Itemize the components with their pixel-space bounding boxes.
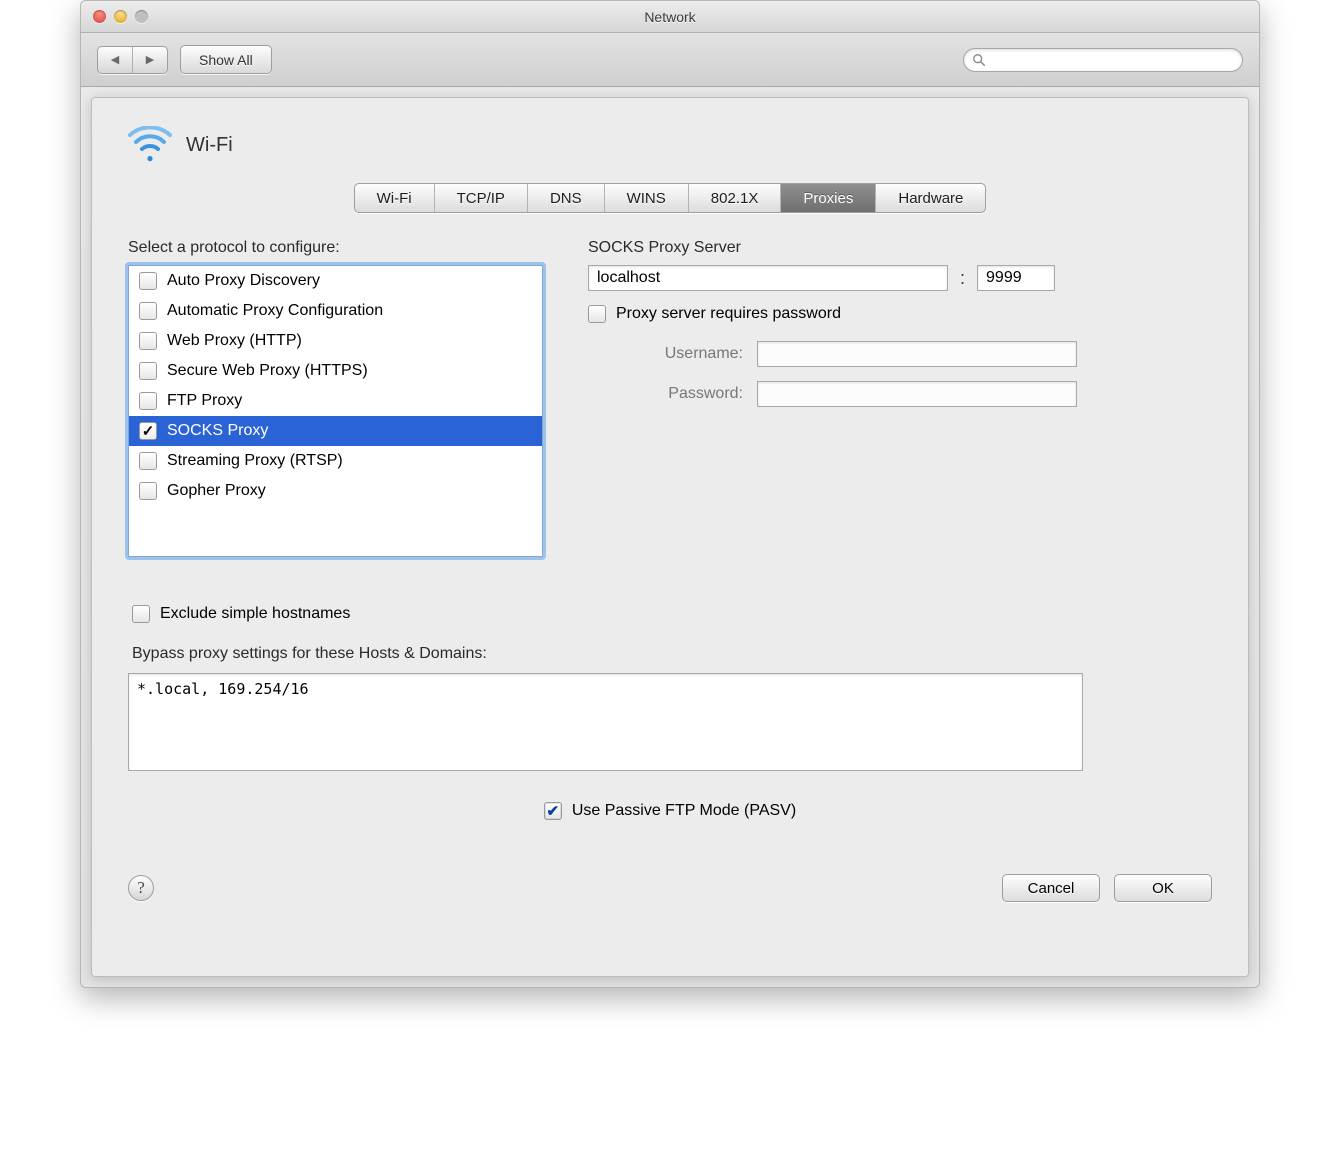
chevron-left-icon: ◀: [111, 53, 119, 66]
protocol-row[interactable]: Secure Web Proxy (HTTPS): [129, 356, 542, 386]
wifi-icon: [128, 126, 172, 165]
protocol-checkbox[interactable]: [139, 392, 157, 410]
host-port-colon: :: [960, 268, 965, 289]
password-input[interactable]: [757, 381, 1077, 407]
protocol-row[interactable]: Streaming Proxy (RTSP): [129, 446, 542, 476]
protocol-row[interactable]: FTP Proxy: [129, 386, 542, 416]
protocol-label: Automatic Proxy Configuration: [167, 302, 383, 320]
passive-ftp-label: Use Passive FTP Mode (PASV): [572, 802, 796, 820]
protocol-row[interactable]: Web Proxy (HTTP): [129, 326, 542, 356]
proxies-sheet: Wi-Fi Wi-FiTCP/IPDNSWINS802.1XProxiesHar…: [91, 97, 1249, 977]
bypass-textarea[interactable]: [128, 673, 1083, 771]
protocol-label: FTP Proxy: [167, 392, 242, 410]
protocol-row[interactable]: Gopher Proxy: [129, 476, 542, 506]
tab-8021x[interactable]: 802.1X: [688, 184, 781, 212]
protocol-label: SOCKS Proxy: [167, 422, 268, 440]
tab-proxies[interactable]: Proxies: [780, 184, 875, 212]
ok-button[interactable]: OK: [1114, 874, 1212, 902]
protocol-checkbox[interactable]: [139, 482, 157, 500]
protocol-checkbox[interactable]: [139, 452, 157, 470]
requires-password-label: Proxy server requires password: [616, 305, 841, 323]
tab-hardware[interactable]: Hardware: [875, 184, 985, 212]
protocol-list[interactable]: Auto Proxy Discovery Automatic Proxy Conf…: [128, 265, 543, 557]
bypass-label: Bypass proxy settings for these Hosts & …: [132, 645, 1212, 663]
nav-segment: ◀ ▶: [97, 46, 168, 74]
protocol-checkbox[interactable]: [139, 422, 157, 440]
tab-wins[interactable]: WINS: [604, 184, 688, 212]
protocol-row[interactable]: Auto Proxy Discovery: [129, 266, 542, 296]
back-button[interactable]: ◀: [98, 47, 132, 73]
server-label: SOCKS Proxy Server: [588, 239, 1212, 257]
protocol-checkbox[interactable]: [139, 302, 157, 320]
search-field[interactable]: [963, 48, 1243, 72]
protocol-row[interactable]: Automatic Proxy Configuration: [129, 296, 542, 326]
show-all-button[interactable]: Show All: [180, 45, 272, 74]
passive-ftp-checkbox[interactable]: [544, 802, 562, 820]
protocol-label: Gopher Proxy: [167, 482, 266, 500]
proxy-port-input[interactable]: [977, 265, 1055, 291]
tab-dns[interactable]: DNS: [527, 184, 604, 212]
tab-tcpip[interactable]: TCP/IP: [434, 184, 527, 212]
protocol-label: Streaming Proxy (RTSP): [167, 452, 343, 470]
requires-password-checkbox[interactable]: [588, 305, 606, 323]
exclude-hostnames-checkbox[interactable]: [132, 605, 150, 623]
protocol-label: Auto Proxy Discovery: [167, 272, 320, 290]
tab-wifi[interactable]: Wi-Fi: [355, 184, 434, 212]
protocol-checkbox[interactable]: [139, 272, 157, 290]
protocol-list-label: Select a protocol to configure:: [128, 239, 558, 257]
search-input[interactable]: [990, 52, 1234, 67]
username-input[interactable]: [757, 341, 1077, 367]
username-label: Username:: [588, 345, 743, 363]
search-icon: [972, 53, 986, 67]
protocol-checkbox[interactable]: [139, 362, 157, 380]
protocol-label: Secure Web Proxy (HTTPS): [167, 362, 368, 380]
protocol-row[interactable]: SOCKS Proxy: [129, 416, 542, 446]
chevron-right-icon: ▶: [146, 53, 154, 66]
window-title: Network: [81, 9, 1259, 25]
titlebar: Network: [81, 1, 1259, 33]
forward-button[interactable]: ▶: [132, 47, 167, 73]
interface-title: Wi-Fi: [186, 134, 233, 157]
password-label: Password:: [588, 385, 743, 403]
toolbar: ◀ ▶ Show All: [81, 33, 1259, 87]
cancel-button[interactable]: Cancel: [1002, 874, 1100, 902]
proxy-host-input[interactable]: [588, 265, 948, 291]
preferences-window: Network ◀ ▶ Show All: [80, 0, 1260, 988]
tab-bar: Wi-FiTCP/IPDNSWINS802.1XProxiesHardware: [354, 183, 987, 213]
protocol-checkbox[interactable]: [139, 332, 157, 350]
help-button[interactable]: ?: [128, 875, 154, 901]
protocol-label: Web Proxy (HTTP): [167, 332, 302, 350]
exclude-hostnames-label: Exclude simple hostnames: [160, 605, 350, 623]
